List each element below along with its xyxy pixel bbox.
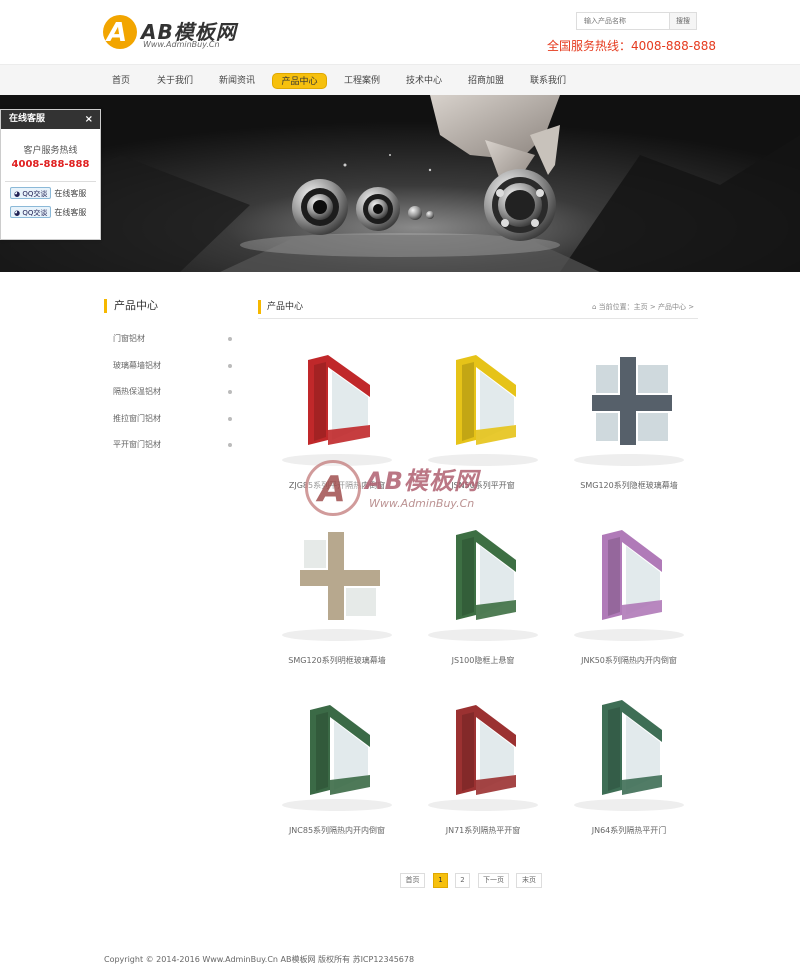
nav-item-home[interactable]: 首页 <box>103 73 139 89</box>
hero-banner <box>0 95 800 272</box>
qq-chat-button[interactable]: ◕ QQ交谈 <box>10 206 52 218</box>
breadcrumb-text[interactable]: 当前位置：主页 > 产品中心 > <box>599 303 694 311</box>
product-card[interactable]: SMG120系列隐框玻璃幕墙 <box>562 345 696 495</box>
watermark-title: AB模板网 <box>365 467 479 495</box>
qq-row[interactable]: ◕ QQ交谈 在线客服 <box>1 187 100 201</box>
first-page-button[interactable]: 首页 <box>400 873 425 888</box>
nav-item-about[interactable]: 关于我们 <box>148 73 202 89</box>
product-name[interactable]: SMG120系列明框玻璃幕墙 <box>260 655 414 666</box>
page-button[interactable]: 2 <box>455 873 470 888</box>
nav-item-join[interactable]: 招商加盟 <box>459 73 513 89</box>
logo-subtitle: Www.AdminBuy.Cn <box>143 40 220 49</box>
sidebar-item-label: 玻璃幕墙铝材 <box>113 360 161 370</box>
breadcrumb: ⌂ 当前位置：主页 > 产品中心 > <box>592 302 694 312</box>
dot-icon <box>228 416 232 421</box>
dot-icon <box>228 337 232 341</box>
dot-icon <box>228 390 232 394</box>
product-card[interactable]: JNC85系列隔热内开内倒窗 <box>270 690 404 840</box>
qq-badge-label: QQ交谈 <box>22 190 48 198</box>
product-card[interactable]: SMG120系列明框玻璃幕墙 <box>270 520 404 670</box>
sidebar-title: 产品中心 <box>104 299 158 313</box>
close-icon[interactable]: × <box>85 110 93 129</box>
product-image[interactable] <box>270 520 404 645</box>
main-section-title: 产品中心 <box>258 300 303 314</box>
product-image[interactable] <box>270 345 404 470</box>
sidebar-item[interactable]: 平开窗门铝材 <box>104 432 238 459</box>
product-image[interactable] <box>416 690 550 815</box>
service-title: 在线客服 <box>9 114 46 124</box>
product-image[interactable] <box>416 520 550 645</box>
watermark-circle-icon: A <box>305 460 361 516</box>
qq-badge-label: QQ交谈 <box>22 209 48 217</box>
page-button-current[interactable]: 1 <box>433 873 448 888</box>
sidebar-item[interactable]: 推拉窗门铝材 <box>104 406 238 433</box>
product-name[interactable]: SMG120系列隐框玻璃幕墙 <box>552 480 706 491</box>
sidebar-item-label: 隔热保温铝材 <box>113 387 161 396</box>
banner-bearings-image <box>0 95 800 272</box>
search-box: 搜搜 <box>576 12 697 30</box>
search-button[interactable]: 搜搜 <box>669 13 696 29</box>
search-input[interactable] <box>577 13 669 29</box>
qq-text: 在线客服 <box>54 188 87 198</box>
product-name[interactable]: JNC85系列隔热内开内倒窗 <box>260 825 414 836</box>
sidebar-item[interactable]: 玻璃幕墙铝材 <box>104 353 238 380</box>
sidebar-item-label: 门窗铝材 <box>113 334 145 343</box>
product-name[interactable]: JN71系列隔热平开窗 <box>406 825 560 836</box>
next-page-button[interactable]: 下一页 <box>478 873 509 888</box>
hotline-text: 全国服务热线：4008-888-888 <box>547 39 717 53</box>
nav-item-contact[interactable]: 联系我们 <box>521 73 575 89</box>
nav-item-tech[interactable]: 技术中心 <box>397 73 451 89</box>
nav-item-news[interactable]: 新闻资讯 <box>210 73 264 89</box>
service-label: 客户服务热线 <box>23 146 78 156</box>
sidebar-item[interactable]: 隔热保温铝材 <box>104 379 238 406</box>
product-card[interactable]: JNK50系列隔热内开内倒窗 <box>562 520 696 670</box>
product-image[interactable] <box>562 520 696 645</box>
watermark-subtitle: Www.AdminBuy.Cn <box>369 497 475 510</box>
product-card[interactable]: JN64系列隔热平开门 <box>562 690 696 840</box>
last-page-button[interactable]: 末页 <box>516 873 542 888</box>
product-image[interactable] <box>562 345 696 470</box>
sidebar-item-label: 推拉窗门铝材 <box>113 413 161 423</box>
divider <box>5 181 96 182</box>
product-image[interactable] <box>270 690 404 815</box>
product-image[interactable] <box>562 690 696 815</box>
divider <box>258 318 698 319</box>
product-card[interactable]: JS100隐框上悬窗 <box>416 520 550 670</box>
dot-icon <box>228 363 232 368</box>
sidebar-item[interactable]: 门窗铝材 <box>104 326 238 353</box>
product-name[interactable]: JS100隐框上悬窗 <box>406 655 560 666</box>
dot-icon <box>228 443 232 447</box>
home-icon: ⌂ <box>592 303 599 311</box>
service-phone: 4008-888-888 <box>11 159 90 170</box>
product-name[interactable]: JNK50系列隔热内开内倒窗 <box>552 655 706 666</box>
site-logo[interactable]: A AB模板网 Www.AdminBuy.Cn <box>103 15 263 51</box>
product-name[interactable]: JN64系列隔热平开门 <box>552 825 706 836</box>
nav-item-cases[interactable]: 工程案例 <box>335 73 389 89</box>
site-header: A AB模板网 Www.AdminBuy.Cn 搜搜 全国服务热线：4008-8… <box>0 0 800 64</box>
watermark-logo: A AB模板网 Www.AdminBuy.Cn <box>305 455 515 530</box>
logo-circle-icon: A <box>103 15 137 49</box>
qq-row[interactable]: ◕ QQ交谈 在线客服 <box>1 206 100 220</box>
sidebar-category-list: 门窗铝材 玻璃幕墙铝材 隔热保温铝材 推拉窗门铝材 平开窗门铝材 <box>104 326 238 459</box>
nav-item-products[interactable]: 产品中心 <box>272 73 327 89</box>
qq-text: 在线客服 <box>54 207 87 217</box>
product-image[interactable] <box>416 345 550 470</box>
pagination: 首页 1 2 下一页 末页 <box>400 873 545 888</box>
sidebar-item-label: 平开窗门铝材 <box>113 440 161 449</box>
qq-chat-button[interactable]: ◕ QQ交谈 <box>10 187 52 199</box>
online-service-panel: 在线客服 × 客户服务热线 4008-888-888 ◕ QQ交谈 在线客服 ◕ … <box>0 109 101 240</box>
service-header: 在线客服 × <box>1 110 100 129</box>
product-card[interactable]: JN71系列隔热平开窗 <box>416 690 550 840</box>
main-nav: 首页 关于我们 新闻资讯 产品中心 工程案例 技术中心 招商加盟 联系我们 <box>0 64 800 95</box>
footer-copyright: Copyright © 2014-2016 Www.AdminBuy.Cn AB… <box>104 955 415 964</box>
